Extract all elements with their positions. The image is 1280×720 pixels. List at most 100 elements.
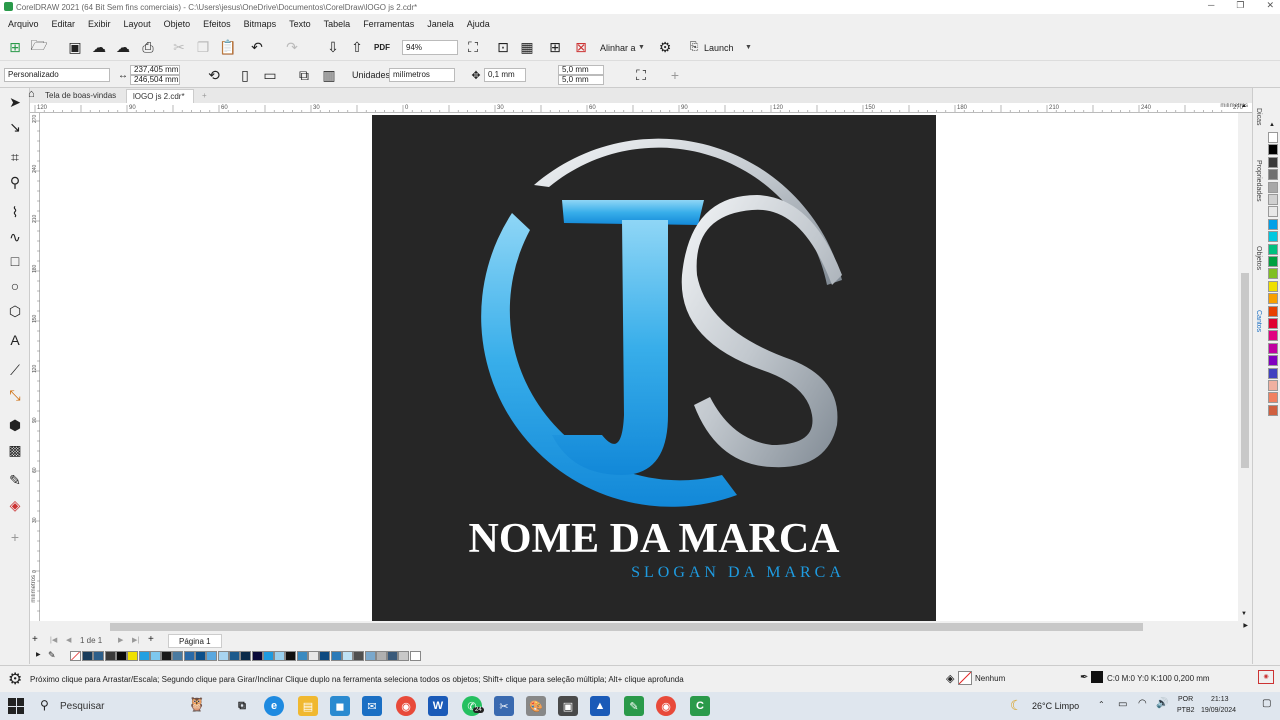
edge-icon[interactable]: e xyxy=(264,696,284,716)
color-swatch[interactable] xyxy=(296,651,308,661)
vertical-scrollbar[interactable]: ▲ ▼ xyxy=(1238,103,1252,621)
menu-efeitos[interactable]: Efeitos xyxy=(203,19,231,29)
weather-text[interactable]: 26°C Limpo xyxy=(1032,701,1079,711)
prev-page-icon[interactable]: ◀ xyxy=(66,636,71,644)
coreldraw-icon[interactable]: ✎ xyxy=(624,696,644,716)
color-swatch[interactable] xyxy=(138,651,150,661)
palette-color-swatch[interactable] xyxy=(1268,280,1278,292)
chevron-down-icon[interactable]: ▼ xyxy=(638,44,645,51)
gear-icon[interactable]: ⚙ xyxy=(656,38,674,56)
vertical-ruler[interactable]: 270 240 210 180 150 120 90 60 30 0 milímetros xyxy=(30,113,40,621)
photos-icon[interactable]: ▣ xyxy=(558,696,578,716)
color-swatch[interactable] xyxy=(206,651,218,661)
cut-icon[interactable]: ✂ xyxy=(170,38,188,56)
horizontal-scrollbar[interactable]: ▶ xyxy=(40,621,1252,632)
palette-color-swatch[interactable] xyxy=(1268,156,1278,168)
shape-tool-icon[interactable]: ↘ xyxy=(4,117,26,137)
color-swatch[interactable] xyxy=(409,651,421,661)
color-swatch[interactable] xyxy=(398,651,410,661)
docker-tab-corners[interactable]: Cantos xyxy=(1255,310,1262,332)
full-screen-icon[interactable]: ⛶ xyxy=(464,38,482,56)
connector-tool-icon[interactable]: ⤡ xyxy=(4,385,26,405)
color-swatch[interactable] xyxy=(93,651,105,661)
menu-editar[interactable]: Editar xyxy=(52,19,76,29)
minimize-button[interactable]: ─ xyxy=(1208,0,1214,11)
chevron-up-icon[interactable]: ⌃ xyxy=(1098,700,1105,709)
page-size-select[interactable]: Personalizado xyxy=(4,68,110,82)
palette-color-swatch[interactable] xyxy=(1268,144,1278,156)
guidelines-icon[interactable]: ⊞ xyxy=(546,38,564,56)
maximize-button[interactable]: ❐ xyxy=(1236,0,1244,11)
duplicate-y-field[interactable]: 5,0 mm xyxy=(558,75,604,85)
artistic-media-icon[interactable]: ∿ xyxy=(4,227,26,247)
js-monogram-logo[interactable]: NOME DA MARCA SLOGAN DA MARCA xyxy=(372,115,936,621)
redo-icon[interactable]: ↷ xyxy=(283,38,301,56)
undo-icon[interactable]: ↶ xyxy=(248,38,266,56)
color-swatch[interactable] xyxy=(127,651,139,661)
rulers-icon[interactable]: ⊡ xyxy=(494,38,512,56)
palette-color-swatch[interactable] xyxy=(1268,169,1278,181)
notification-icon[interactable]: ▢ xyxy=(1262,698,1271,709)
corel-photo-icon[interactable]: C xyxy=(690,696,710,716)
menu-arquivo[interactable]: Arquivo xyxy=(8,19,39,29)
palette-color-swatch[interactable] xyxy=(1268,268,1278,280)
chrome-profile-icon[interactable]: ◉ xyxy=(656,696,676,716)
rectangle-tool-icon[interactable]: □ xyxy=(4,251,26,271)
palette-color-swatch[interactable] xyxy=(1268,305,1278,317)
align-label[interactable]: Alinhar a xyxy=(600,43,636,53)
palette-color-swatch[interactable] xyxy=(1268,318,1278,329)
docker-tab-hints[interactable]: Dicas xyxy=(1255,108,1262,126)
copy-icon[interactable]: ❐ xyxy=(194,38,212,56)
text-tool-icon[interactable]: A xyxy=(4,330,26,350)
color-swatch[interactable] xyxy=(330,651,342,661)
network-icon[interactable]: ▭ xyxy=(1118,699,1127,710)
color-swatch[interactable] xyxy=(183,651,195,661)
menu-tabela[interactable]: Tabela xyxy=(324,19,351,29)
chrome-icon[interactable]: ◉ xyxy=(396,696,416,716)
zoom-tool-icon[interactable]: ⚲ xyxy=(4,172,26,192)
docker-tab-objects[interactable]: Objetos xyxy=(1255,246,1262,270)
page-height-field[interactable]: 246,504 mm xyxy=(130,75,180,85)
color-swatch[interactable] xyxy=(387,651,399,661)
no-fill-swatch[interactable] xyxy=(70,651,81,661)
launch-button[interactable]: Launch xyxy=(704,43,734,53)
new-tab-button[interactable]: + xyxy=(196,89,213,103)
menu-ferramentas[interactable]: Ferramentas xyxy=(363,19,414,29)
page-tab[interactable]: Página 1 xyxy=(168,634,222,648)
drawing-canvas[interactable]: NOME DA MARCA SLOGAN DA MARCA xyxy=(40,113,1238,621)
palette-color-swatch[interactable] xyxy=(1268,194,1278,205)
vertical-scroll-thumb[interactable] xyxy=(1241,273,1249,468)
palette-color-swatch[interactable] xyxy=(1268,218,1278,230)
color-swatch[interactable] xyxy=(262,651,274,661)
eyedropper-icon[interactable]: ✎ xyxy=(4,470,26,490)
color-swatch[interactable] xyxy=(364,651,376,661)
whatsapp-icon[interactable]: ✆ xyxy=(462,696,482,716)
palette-color-swatch[interactable] xyxy=(1268,231,1278,243)
file-explorer-icon[interactable]: ▤ xyxy=(298,696,318,716)
open-folder-icon[interactable]: 🗁 xyxy=(30,37,48,56)
color-swatch[interactable] xyxy=(341,651,353,661)
snap-to-icon[interactable]: ⊠ xyxy=(572,38,590,56)
color-swatch[interactable] xyxy=(161,651,173,661)
clock-time[interactable]: 21:13 xyxy=(1211,696,1229,703)
current-page-icon[interactable]: ⧉ xyxy=(295,66,313,84)
color-swatch[interactable] xyxy=(285,651,297,661)
color-swatch[interactable] xyxy=(149,651,161,661)
chevron-up-icon[interactable]: ▲ xyxy=(1269,122,1275,128)
menu-exibir[interactable]: Exibir xyxy=(88,19,111,29)
word-doc-icon[interactable]: ▲ xyxy=(590,696,610,716)
palette-menu-icon[interactable]: ▶ xyxy=(36,651,41,658)
all-pages-icon[interactable]: ⟲ xyxy=(205,66,223,84)
mail-icon[interactable]: ✉ xyxy=(362,696,382,716)
new-document-icon[interactable]: ⊞ xyxy=(6,38,24,56)
menu-objeto[interactable]: Objeto xyxy=(164,19,191,29)
3d-effects-icon[interactable]: ⬢ xyxy=(4,415,26,435)
horizontal-scroll-thumb[interactable] xyxy=(110,623,1143,631)
polygon-tool-icon[interactable]: ⬡ xyxy=(4,301,26,321)
capcut-icon[interactable]: ✂ xyxy=(494,696,514,716)
crop-tool-icon[interactable]: ⌗ xyxy=(4,147,26,167)
pick-tool-icon[interactable]: ➤ xyxy=(4,92,26,112)
palette-color-swatch[interactable] xyxy=(1268,380,1278,391)
color-swatch[interactable] xyxy=(228,651,240,661)
menu-bitmaps[interactable]: Bitmaps xyxy=(244,19,277,29)
